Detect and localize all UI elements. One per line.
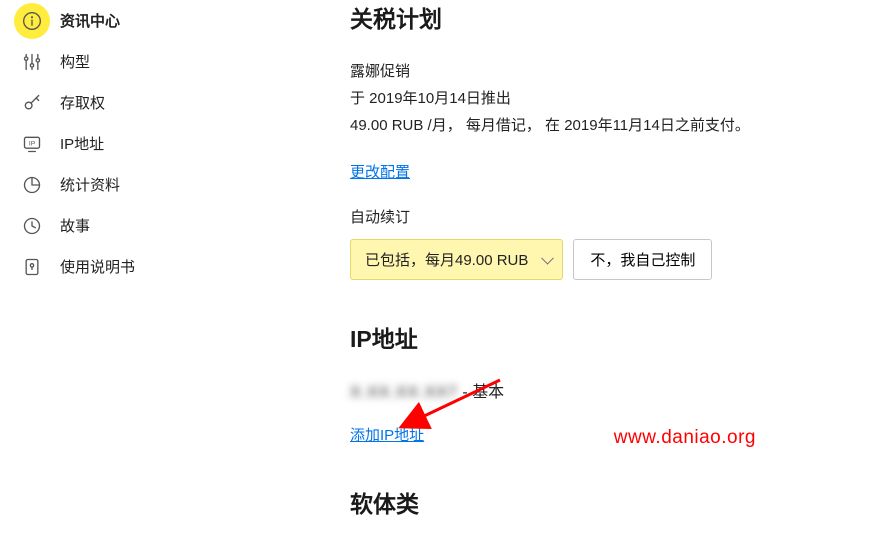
sidebar-item-label: 构型: [60, 51, 90, 72]
sidebar-item-3[interactable]: IP IP地址: [14, 123, 210, 164]
ip-icon: IP: [22, 134, 42, 154]
self-control-button[interactable]: 不，我自己控制: [573, 239, 712, 280]
sidebar-item-label: 存取权: [60, 92, 105, 113]
ip-address-masked: X.XX.XX.XX7: [350, 384, 458, 401]
ip-section-title: IP地址: [350, 320, 856, 354]
sidebar-item-label: IP地址: [60, 133, 104, 154]
sliders-icon: [22, 52, 42, 72]
sidebar-item-label: 统计资料: [60, 174, 120, 195]
dropdown-value: 已包括，每月49.00 RUB: [365, 252, 528, 269]
promo-price: 49.00 RUB /月， 每月借记， 在 2019年11月14日之前支付。: [350, 112, 856, 139]
sidebar-item-6[interactable]: 使用说明书: [14, 246, 210, 287]
tariff-plan-title: 关税计划: [350, 0, 856, 34]
promo-launch-date: 于 2019年10月14日推出: [350, 85, 856, 112]
clock-icon: [22, 216, 42, 236]
auto-renew-dropdown[interactable]: 已包括，每月49.00 RUB: [350, 239, 563, 280]
ip-entry: X.XX.XX.XX7 - 基本: [350, 378, 856, 402]
sidebar-item-label: 使用说明书: [60, 256, 135, 277]
sidebar-item-label: 故事: [60, 215, 90, 236]
ip-plan-suffix: - 基本: [462, 384, 504, 401]
change-config-link[interactable]: 更改配置: [350, 164, 410, 181]
key-icon: [22, 93, 42, 113]
stats-icon: [22, 175, 42, 195]
svg-text:IP: IP: [29, 140, 36, 147]
software-section-title: 软体类: [350, 485, 856, 519]
info-icon: [22, 11, 42, 31]
auto-renew-label: 自动续订: [350, 206, 856, 227]
watermark: www.daniao.org: [614, 427, 756, 449]
main-content: 关税计划 露娜促销 于 2019年10月14日推出 49.00 RUB /月， …: [210, 0, 876, 543]
promo-details: 露娜促销 于 2019年10月14日推出 49.00 RUB /月， 每月借记，…: [350, 58, 856, 139]
promo-name: 露娜促销: [350, 58, 856, 85]
manual-icon: [22, 257, 42, 277]
sidebar: 资讯中心构型存取权 IP IP地址统计资料故事使用说明书: [0, 0, 210, 543]
sidebar-item-label: 资讯中心: [60, 10, 120, 31]
add-ip-link[interactable]: 添加IP地址: [350, 427, 424, 444]
sidebar-item-4[interactable]: 统计资料: [14, 164, 210, 205]
sidebar-item-1[interactable]: 构型: [14, 41, 210, 82]
sidebar-item-0[interactable]: 资讯中心: [14, 0, 210, 41]
sidebar-item-5[interactable]: 故事: [14, 205, 210, 246]
sidebar-item-2[interactable]: 存取权: [14, 82, 210, 123]
